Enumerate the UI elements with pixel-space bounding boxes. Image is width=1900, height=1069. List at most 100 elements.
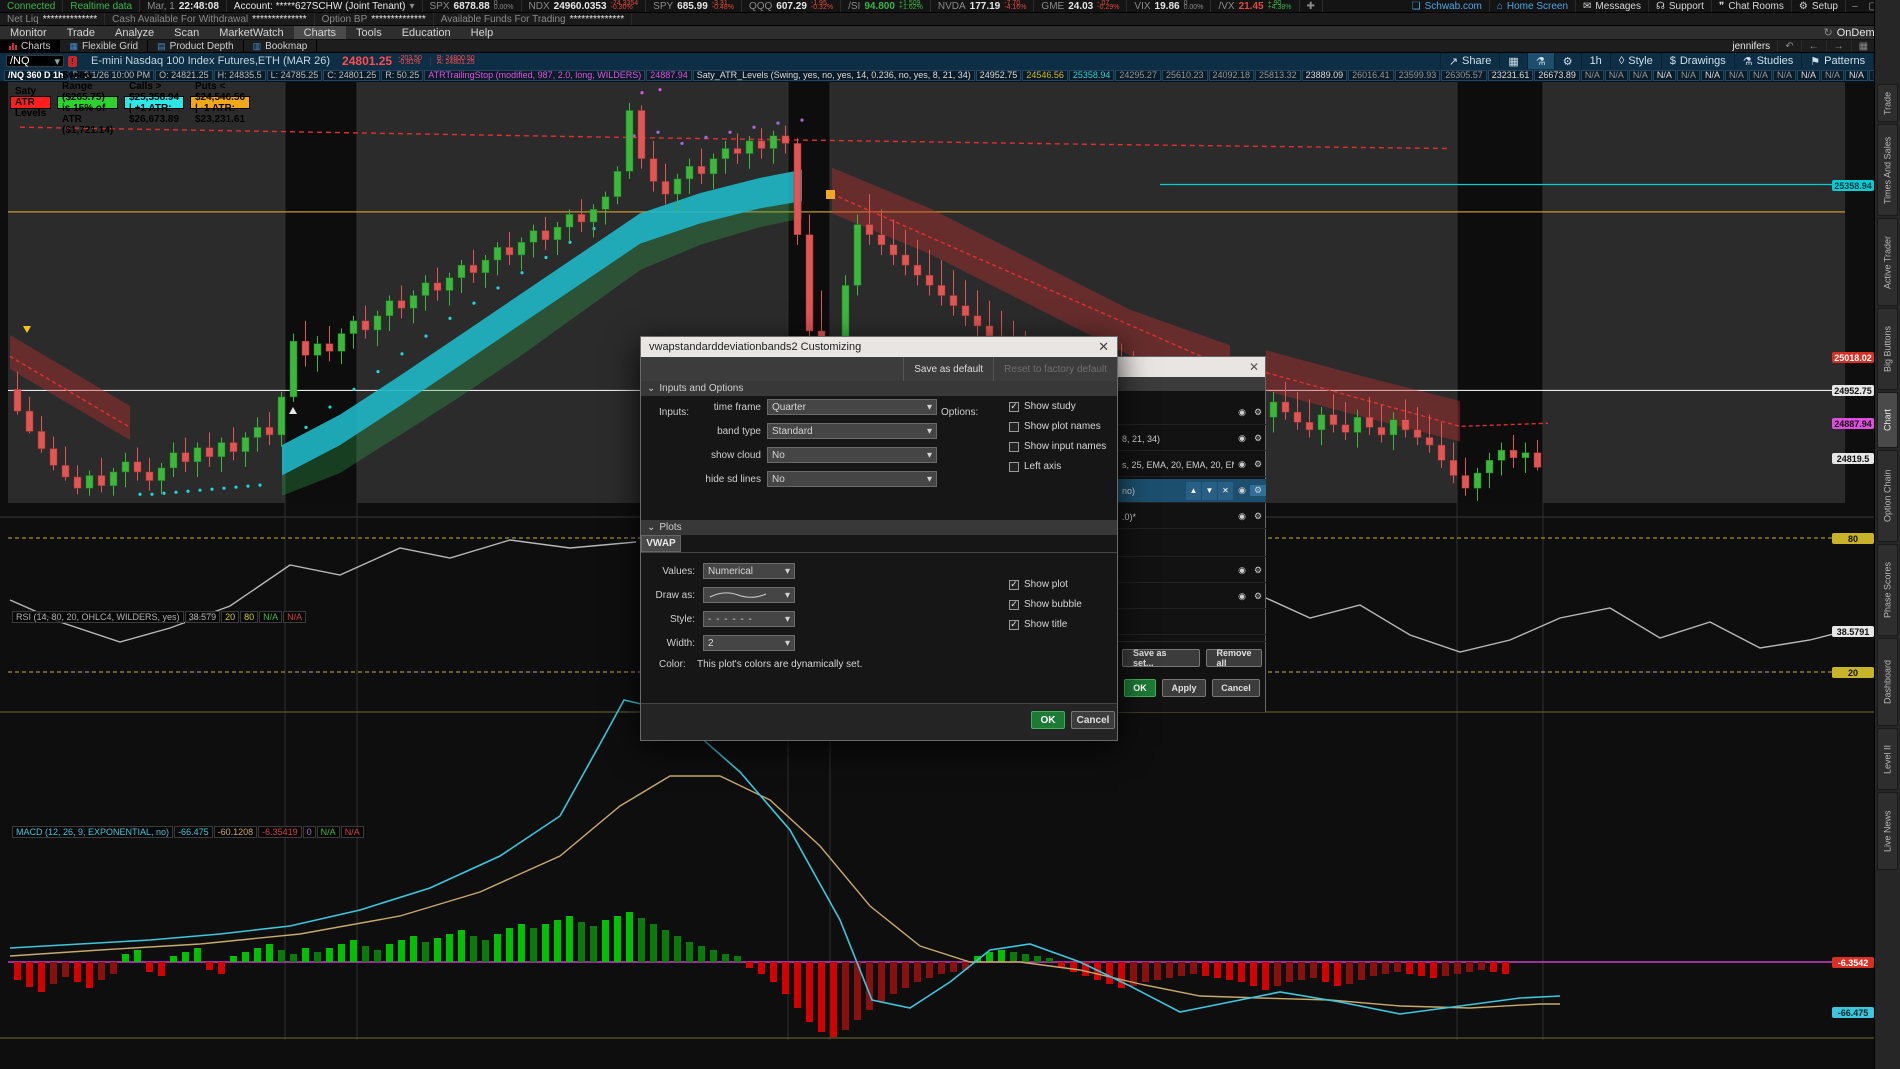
dialog-close-icon[interactable]: ✕: [1098, 339, 1109, 355]
chevron-down-icon: ▾: [785, 638, 790, 649]
study-customizing-dialog: vwapstandarddeviationbands2 Customizing …: [640, 336, 1118, 741]
field-label: Width:: [651, 638, 695, 649]
legend-item[interactable]: N/A: [317, 826, 340, 838]
study-row[interactable]: [1118, 611, 1266, 635]
gear-icon[interactable]: ⚙: [1250, 591, 1266, 602]
legend-item[interactable]: N/A: [259, 611, 282, 623]
gear-icon[interactable]: ⚙: [1250, 511, 1266, 522]
dialog-ok-button[interactable]: OK: [1031, 711, 1065, 729]
eye-icon[interactable]: ◉: [1234, 565, 1250, 576]
plot-field-dropdown[interactable]: Numerical▾: [703, 563, 795, 579]
study-row[interactable]: s, 25, EMA, 20, EMA, 20, EM...◉⚙: [1118, 453, 1266, 477]
input-row-band-type: band type Standard▾: [661, 423, 941, 439]
field-dropdown[interactable]: Quarter▾: [767, 399, 937, 415]
legend-item[interactable]: 20: [221, 611, 239, 623]
field-dropdown[interactable]: Standard▾: [767, 423, 937, 439]
remove-all-button[interactable]: Remove all: [1206, 649, 1262, 667]
study-row[interactable]: .0)*◉⚙: [1118, 505, 1266, 529]
gear-icon[interactable]: ⚙: [1250, 565, 1266, 576]
section-inputs-and-options[interactable]: ⌄ Inputs and Options: [641, 381, 1117, 396]
field-label: hide sd lines: [661, 474, 761, 485]
study-row[interactable]: 8, 21, 34)◉⚙: [1118, 427, 1266, 451]
remove-study-icon[interactable]: ✕: [1218, 482, 1233, 500]
eye-icon[interactable]: ◉: [1234, 407, 1250, 418]
legend-item[interactable]: N/A: [283, 611, 306, 623]
study-label-3[interactable]: Puts < $24,546.56 | -1 ATR: $23,231.61: [190, 96, 250, 109]
back-dialog-apply-button[interactable]: Apply: [1162, 679, 1206, 697]
field-label: Style:: [651, 614, 695, 625]
study-label-2[interactable]: Calls > $25,358.94 | +1 ATR: $26,673.89: [124, 96, 184, 109]
plot-option-show-title[interactable]: ✓Show title: [1009, 619, 1067, 630]
plot-field-dropdown[interactable]: - - - - - -▾: [703, 611, 795, 627]
eye-icon[interactable]: ◉: [1234, 433, 1250, 444]
study-row[interactable]: [1118, 533, 1266, 557]
back-dialog-cancel-button[interactable]: Cancel: [1212, 679, 1260, 697]
gear-icon[interactable]: ⚙: [1250, 433, 1266, 444]
save-as-set-button[interactable]: Save as set...: [1122, 649, 1200, 667]
eye-icon[interactable]: ◉: [1234, 591, 1250, 602]
plot-option-show-bubble[interactable]: ✓Show bubble: [1009, 599, 1082, 610]
plot-field-dropdown[interactable]: 2▾: [703, 635, 795, 651]
study-label-0[interactable]: Saty ATR Levels: [10, 96, 51, 109]
plot-tab-vwap[interactable]: VWAP: [641, 535, 681, 552]
option-show-plot-names[interactable]: Show plot names: [1009, 421, 1101, 432]
eye-icon[interactable]: ◉: [1234, 459, 1250, 470]
save-as-default-button[interactable]: Save as default: [903, 357, 993, 381]
study-row[interactable]: ◉⚙: [1118, 585, 1266, 609]
field-label: band type: [661, 426, 761, 437]
checkbox-icon: ✓: [1009, 620, 1019, 630]
option-left-axis[interactable]: Left axis: [1009, 461, 1061, 472]
checkbox-icon: ✓: [1009, 580, 1019, 590]
plot-option-show-plot[interactable]: ✓Show plot: [1009, 579, 1068, 590]
checkbox-icon: ✓: [1009, 402, 1019, 412]
study-row[interactable]: ◉⚙: [1118, 401, 1266, 425]
back-dialog-ok-button[interactable]: OK: [1124, 679, 1156, 697]
input-row-hide-sd-lines: hide sd lines No▾: [661, 471, 941, 487]
legend-item[interactable]: 80: [240, 611, 258, 623]
option-show-study[interactable]: ✓Show study: [1009, 401, 1076, 412]
chevron-down-icon: ▾: [927, 402, 932, 413]
back-dialog-close-icon[interactable]: ✕: [1249, 360, 1259, 374]
price-bubble: 24887.94: [1832, 418, 1874, 429]
gear-icon[interactable]: ⚙: [1250, 459, 1266, 470]
edit-studies-dialog: ✕ ◉⚙8, 21, 34)◉⚙s, 25, EMA, 20, EMA, 20,…: [1118, 356, 1266, 712]
checkbox-icon: [1009, 462, 1019, 472]
study-row[interactable]: no)▲▼✕◉⚙: [1118, 479, 1266, 503]
legend-item[interactable]: RSI (14, 80, 20, OHLC4, WILDERS, yes): [12, 611, 184, 623]
gear-icon[interactable]: ⚙: [1250, 407, 1266, 418]
price-bubble: 24952.75: [1832, 385, 1874, 396]
study-row[interactable]: ◉⚙: [1118, 559, 1266, 583]
field-dropdown[interactable]: No▾: [767, 447, 937, 463]
legend-item[interactable]: N/A: [341, 826, 364, 838]
chevron-down-icon: ▾: [785, 566, 790, 577]
legend-item[interactable]: 0: [303, 826, 316, 838]
eye-icon[interactable]: ◉: [1234, 485, 1250, 496]
legend-item[interactable]: -66.475: [174, 826, 213, 838]
plot-field-Width: Width: 2▾: [651, 635, 795, 651]
field-dropdown[interactable]: No▾: [767, 471, 937, 487]
study-label-1[interactable]: Swing Range ($265.75) is 15% of ATR ($1,…: [57, 96, 118, 109]
move-up-icon[interactable]: ▲: [1186, 482, 1201, 500]
price-bubble: 24819.5: [1832, 453, 1874, 464]
plot-field-dropdown[interactable]: ▾: [703, 587, 795, 603]
color-note: This plot's colors are dynamically set.: [697, 659, 862, 670]
indicator-bubble: -66.475: [1832, 1007, 1874, 1018]
checkbox-icon: [1009, 422, 1019, 432]
input-row-time-frame: time frameQuarter▾: [661, 399, 941, 415]
indicator-bubble: 20: [1832, 667, 1874, 678]
section-plots[interactable]: ⌄ Plots: [641, 520, 1117, 535]
move-down-icon[interactable]: ▼: [1202, 482, 1217, 500]
legend-item[interactable]: -6.35419: [258, 826, 302, 838]
legend-item[interactable]: -60.1208: [214, 826, 258, 838]
dialog-cancel-button[interactable]: Cancel: [1071, 711, 1115, 729]
reset-factory-default-button[interactable]: Reset to factory default: [993, 357, 1117, 381]
plot-field-Drawas: Draw as: ▾: [651, 587, 795, 603]
field-label: Draw as:: [651, 590, 695, 601]
plot-field-Style: Style: - - - - - -▾: [651, 611, 795, 627]
gear-icon[interactable]: ⚙: [1250, 485, 1266, 496]
legend-item[interactable]: MACD (12, 26, 9, EXPONENTIAL, no): [12, 826, 173, 838]
legend-item[interactable]: 38.579: [185, 611, 221, 623]
dialog-title: vwapstandarddeviationbands2 Customizing: [649, 341, 861, 353]
option-show-input-names[interactable]: Show input names: [1009, 441, 1106, 452]
eye-icon[interactable]: ◉: [1234, 511, 1250, 522]
